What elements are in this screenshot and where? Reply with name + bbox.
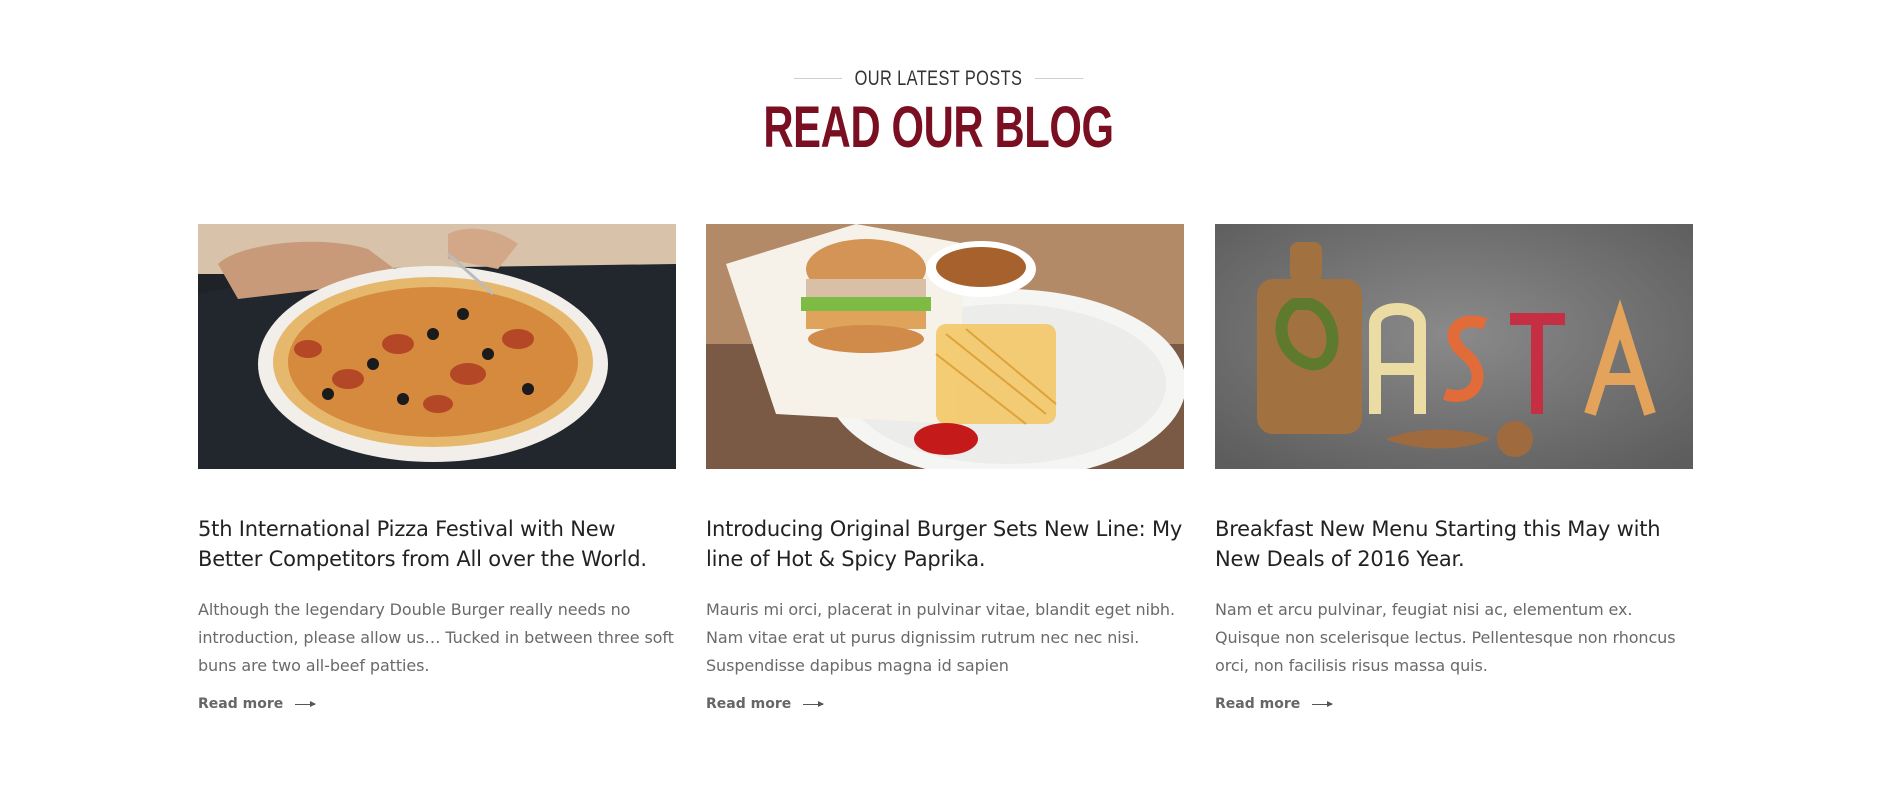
burger-photo[interactable]: [706, 224, 1184, 469]
post-title[interactable]: 5th International Pizza Festival with Ne…: [198, 514, 676, 574]
section-eyebrow: OUR LATEST POSTS: [793, 66, 1084, 91]
blog-card: Introducing Original Burger Sets New Lin…: [706, 224, 1184, 712]
arrow-right-icon: [803, 700, 825, 707]
section-title: READ OUR BLOG: [763, 94, 1114, 160]
eyebrow-text: OUR LATEST POSTS: [854, 66, 1023, 90]
blog-card: 5th International Pizza Festival with Ne…: [198, 224, 676, 712]
post-excerpt: Nam et arcu pulvinar, feugiat nisi ac, e…: [1215, 600, 1676, 675]
arrow-right-icon: [295, 700, 317, 707]
read-more-label: Read more: [706, 696, 792, 712]
read-more-link[interactable]: Read more: [1215, 696, 1334, 712]
read-more-link[interactable]: Read more: [198, 696, 317, 712]
post-title[interactable]: Introducing Original Burger Sets New Lin…: [706, 514, 1184, 574]
post-excerpt: Although the legendary Double Burger rea…: [198, 600, 674, 675]
arrow-right-icon: [1312, 700, 1334, 707]
section-header: OUR LATEST POSTS READ OUR BLOG: [0, 64, 1877, 159]
pasta-photo[interactable]: [1215, 224, 1693, 469]
eyebrow-right-line: [1034, 78, 1084, 79]
eyebrow-left-line: [793, 78, 843, 79]
read-more-label: Read more: [198, 696, 284, 712]
pizza-photo[interactable]: [198, 224, 676, 469]
post-excerpt: Mauris mi orci, placerat in pulvinar vit…: [706, 600, 1175, 675]
post-title[interactable]: Breakfast New Menu Starting this May wit…: [1215, 514, 1693, 574]
blog-card: Breakfast New Menu Starting this May wit…: [1215, 224, 1693, 712]
read-more-label: Read more: [1215, 696, 1301, 712]
read-more-link[interactable]: Read more: [706, 696, 825, 712]
